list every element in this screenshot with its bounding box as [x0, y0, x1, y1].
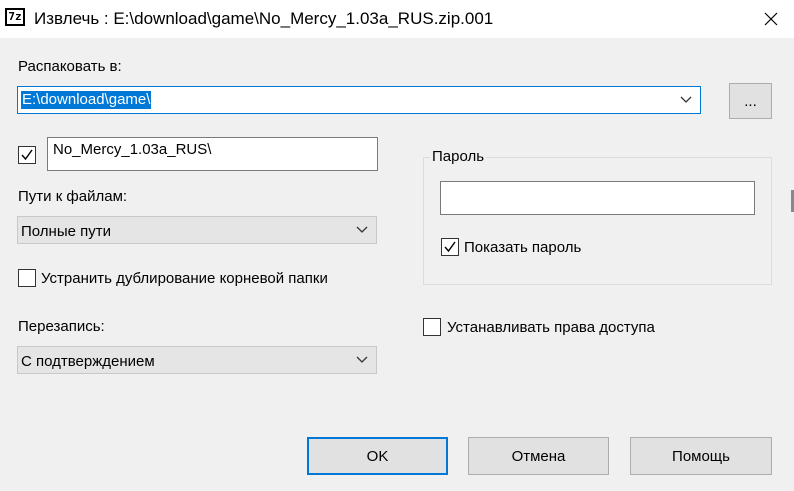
show-password-checkbox[interactable] [441, 238, 459, 256]
extract-to-input[interactable]: E:\download\game\ [21, 91, 152, 109]
extract-to-combo[interactable]: E:\download\game\ [17, 86, 701, 114]
close-button[interactable] [748, 0, 794, 38]
access-rights-checkbox[interactable] [423, 318, 441, 336]
overwrite-value: С подтверждением [21, 353, 155, 370]
window-title: Извлечь : E:\download\game\No_Mercy_1.03… [34, 9, 494, 28]
app-icon: 7z [5, 8, 25, 26]
help-button[interactable]: Помощь [630, 437, 772, 475]
path-mode-label: Пути к файлам: [18, 188, 128, 205]
path-mode-select[interactable]: Полные пути [17, 216, 377, 244]
show-password-label[interactable]: Показать пароль [464, 239, 581, 256]
password-group [423, 157, 772, 285]
extract-to-label: Распаковать в: [18, 58, 122, 75]
chevron-down-icon[interactable] [680, 96, 692, 104]
eliminate-duplication-checkbox[interactable] [18, 269, 36, 287]
close-icon [764, 12, 778, 26]
chevron-down-icon [356, 356, 368, 363]
subfolder-value: No_Mercy_1.03a_RUS\ [53, 141, 212, 158]
access-rights-label[interactable]: Устанавливать права доступа [447, 319, 655, 336]
checkmark-icon [444, 241, 456, 253]
subfolder-field[interactable]: No_Mercy_1.03a_RUS\ [47, 137, 378, 171]
browse-button[interactable]: ... [729, 83, 772, 119]
path-mode-value: Полные пути [21, 223, 111, 240]
checkmark-icon [21, 149, 33, 161]
password-group-label: Пароль [430, 148, 487, 165]
eliminate-duplication-label[interactable]: Устранить дублирование корневой папки [41, 270, 328, 287]
password-input[interactable] [440, 181, 755, 215]
ok-button[interactable]: OK [307, 437, 448, 475]
chevron-down-icon [356, 226, 368, 233]
title-bar: 7z Извлечь : E:\download\game\No_Mercy_1… [0, 0, 794, 38]
overwrite-label: Перезапись: [18, 318, 105, 335]
subfolder-checkbox[interactable] [18, 146, 36, 164]
cancel-button[interactable]: Отмена [468, 437, 609, 475]
overwrite-select[interactable]: С подтверждением [17, 346, 377, 374]
